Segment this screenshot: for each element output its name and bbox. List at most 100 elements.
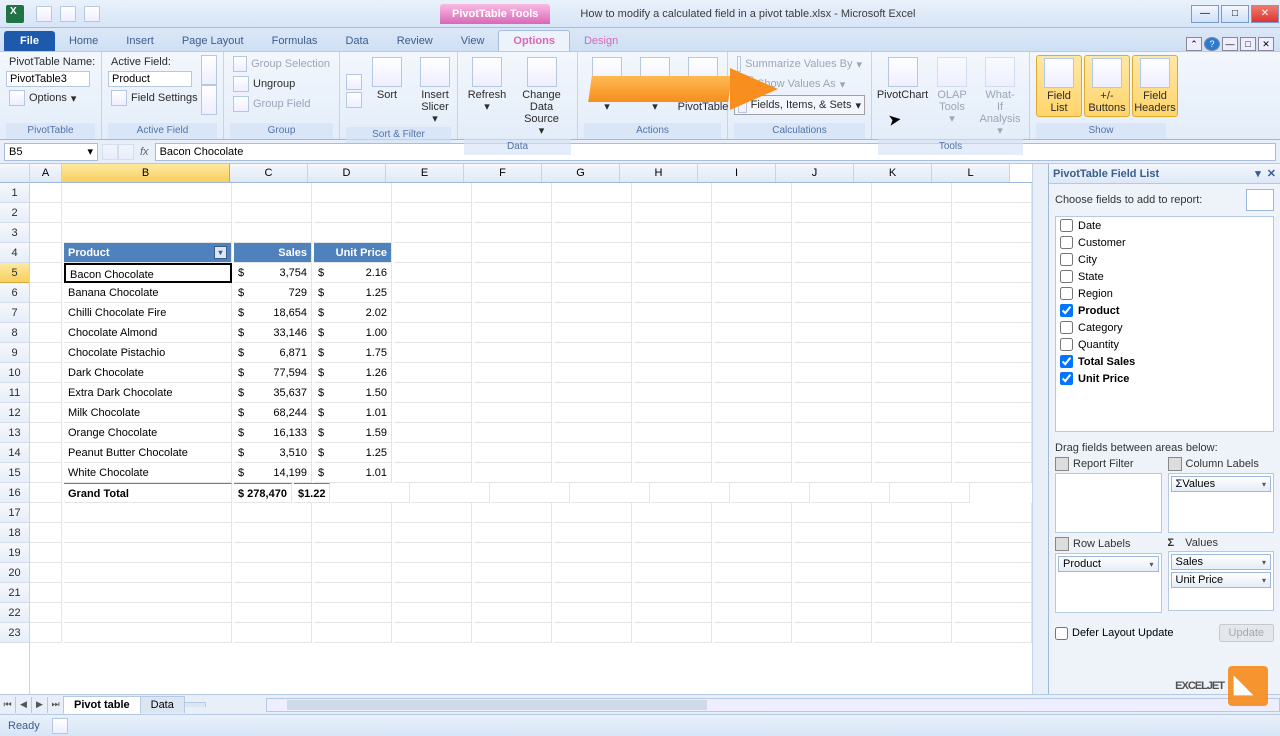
- cell[interactable]: [30, 303, 62, 323]
- cell[interactable]: Banana Chocolate: [64, 283, 232, 303]
- col-header-K[interactable]: K: [854, 164, 932, 182]
- field-list-close-icon[interactable]: ✕: [1267, 167, 1276, 180]
- cell[interactable]: [30, 563, 62, 583]
- file-tab[interactable]: File: [4, 31, 55, 51]
- cell[interactable]: [714, 323, 792, 343]
- cell[interactable]: [474, 363, 552, 383]
- cell[interactable]: [954, 223, 1032, 243]
- row-header-21[interactable]: 21: [0, 583, 29, 603]
- cell[interactable]: [634, 283, 712, 303]
- field-quantity[interactable]: Quantity: [1056, 336, 1273, 353]
- cell[interactable]: [394, 563, 472, 583]
- cell[interactable]: [394, 523, 472, 543]
- cell[interactable]: [394, 203, 472, 223]
- cell[interactable]: [634, 343, 712, 363]
- tab-options[interactable]: Options: [498, 30, 570, 51]
- col-header-B[interactable]: B: [62, 164, 230, 182]
- cell[interactable]: [954, 603, 1032, 623]
- cell[interactable]: [874, 203, 952, 223]
- cell[interactable]: [892, 483, 970, 503]
- field-checkbox[interactable]: [1060, 236, 1073, 249]
- cell[interactable]: [874, 343, 952, 363]
- cell[interactable]: [64, 543, 232, 563]
- cell[interactable]: [64, 603, 232, 623]
- cell[interactable]: Chilli Chocolate Fire: [64, 303, 232, 323]
- cell[interactable]: [874, 503, 952, 523]
- cell[interactable]: [634, 423, 712, 443]
- cell[interactable]: [474, 383, 552, 403]
- cell[interactable]: [314, 563, 392, 583]
- update-button[interactable]: Update: [1219, 624, 1274, 642]
- cell[interactable]: [874, 543, 952, 563]
- cell[interactable]: Chocolate Pistachio: [64, 343, 232, 363]
- row-header-4[interactable]: 4: [0, 243, 29, 263]
- field-product[interactable]: Product: [1056, 302, 1273, 319]
- cell[interactable]: [30, 223, 62, 243]
- cell[interactable]: 68,244: [234, 403, 312, 423]
- cell[interactable]: [634, 303, 712, 323]
- row-header-9[interactable]: 9: [0, 343, 29, 363]
- cell[interactable]: [794, 223, 872, 243]
- cell[interactable]: [794, 243, 872, 263]
- field-date[interactable]: Date: [1056, 217, 1273, 234]
- tab-page-layout[interactable]: Page Layout: [168, 31, 258, 51]
- cell[interactable]: [714, 583, 792, 603]
- cell[interactable]: [794, 563, 872, 583]
- cell[interactable]: 1.22: [294, 483, 331, 503]
- cell[interactable]: [874, 463, 952, 483]
- cell[interactable]: [634, 463, 712, 483]
- cell[interactable]: [554, 523, 632, 543]
- cell[interactable]: [554, 203, 632, 223]
- cell[interactable]: 77,594: [234, 363, 312, 383]
- cell[interactable]: [554, 423, 632, 443]
- field-unit-price[interactable]: Unit Price: [1056, 370, 1273, 387]
- cell[interactable]: [794, 423, 872, 443]
- field-list-toggle[interactable]: FieldList: [1036, 55, 1082, 117]
- cell[interactable]: [714, 303, 792, 323]
- cell[interactable]: [554, 603, 632, 623]
- cell[interactable]: [554, 443, 632, 463]
- cell[interactable]: [314, 183, 392, 203]
- cell[interactable]: [314, 523, 392, 543]
- col-header-D[interactable]: D: [308, 164, 386, 182]
- col-header-C[interactable]: C: [230, 164, 308, 182]
- cell[interactable]: [954, 463, 1032, 483]
- cell[interactable]: [314, 203, 392, 223]
- cell[interactable]: [874, 223, 952, 243]
- cell[interactable]: 729: [234, 283, 312, 303]
- cell[interactable]: [954, 403, 1032, 423]
- cell[interactable]: [64, 223, 232, 243]
- cell[interactable]: [874, 363, 952, 383]
- cell[interactable]: [874, 563, 952, 583]
- cell[interactable]: [64, 523, 232, 543]
- cell[interactable]: [714, 403, 792, 423]
- values-chip[interactable]: Σ Values▾: [1171, 476, 1272, 492]
- cell[interactable]: [794, 603, 872, 623]
- row-header-6[interactable]: 6: [0, 283, 29, 303]
- cell[interactable]: [554, 503, 632, 523]
- cell[interactable]: [714, 363, 792, 383]
- tab-insert[interactable]: Insert: [112, 31, 168, 51]
- row-header-11[interactable]: 11: [0, 383, 29, 403]
- cell[interactable]: [794, 403, 872, 423]
- move-pivottable-button[interactable]: MovePivotTable: [680, 55, 726, 115]
- cell[interactable]: [554, 183, 632, 203]
- cell[interactable]: 2.16: [314, 263, 392, 283]
- cell[interactable]: [30, 403, 62, 423]
- cell[interactable]: 1.59: [314, 423, 392, 443]
- change-data-source-button[interactable]: Change DataSource ▾: [512, 55, 571, 139]
- cell[interactable]: [794, 183, 872, 203]
- col-header-I[interactable]: I: [698, 164, 776, 182]
- field-checkbox[interactable]: [1060, 287, 1073, 300]
- pivottable-name-input[interactable]: [6, 71, 90, 87]
- cell[interactable]: [474, 343, 552, 363]
- cell[interactable]: [874, 523, 952, 543]
- ribbon-minimize-icon[interactable]: ⌃: [1186, 37, 1202, 51]
- cell[interactable]: [954, 623, 1032, 643]
- cell[interactable]: [554, 283, 632, 303]
- cell[interactable]: [874, 583, 952, 603]
- cell[interactable]: [30, 343, 62, 363]
- cell[interactable]: [874, 243, 952, 263]
- row-header-10[interactable]: 10: [0, 363, 29, 383]
- cell[interactable]: [474, 323, 552, 343]
